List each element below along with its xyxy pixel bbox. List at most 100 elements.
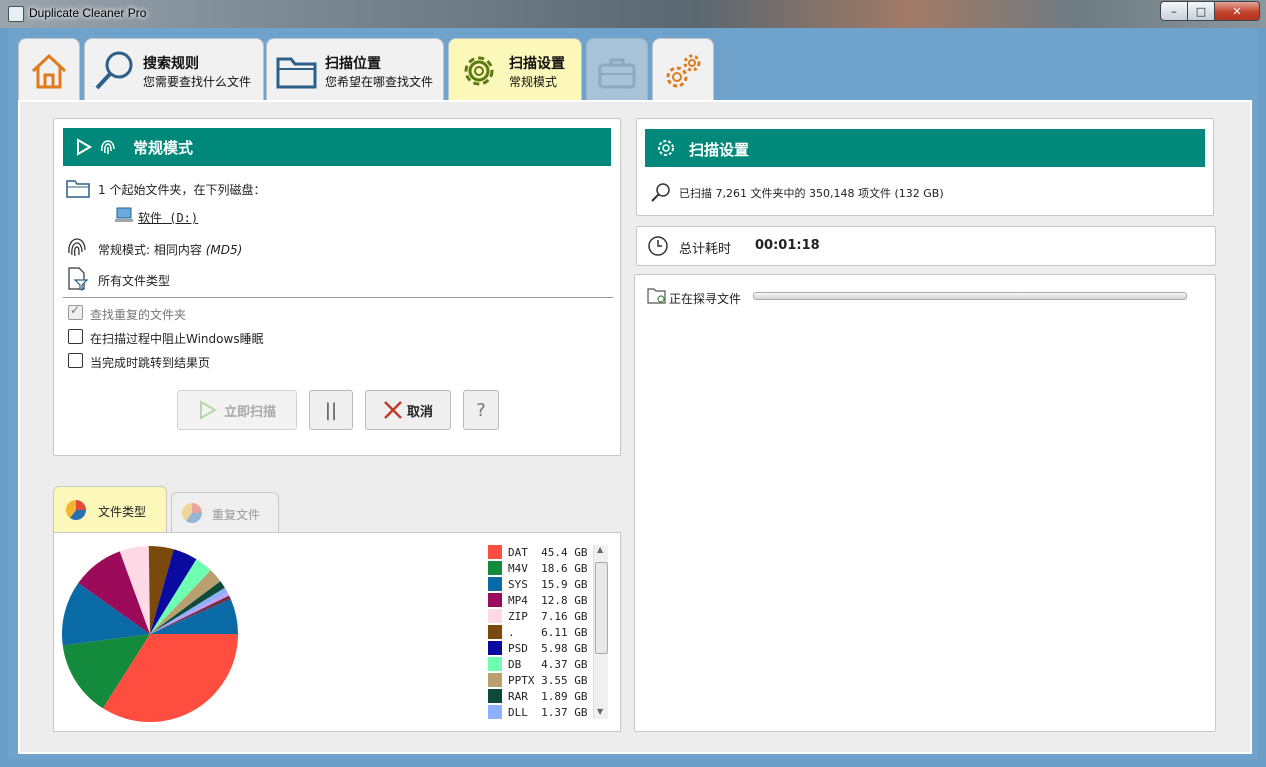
tab-scan-settings[interactable]: 扫描设置 常规模式 [448,38,582,101]
legend-label: PSD 5.98 GB [508,642,588,655]
tab-options[interactable] [652,38,714,101]
legend-label: RAR 1.89 GB [508,690,588,703]
filetypes-line: 所有文件类型 [98,274,171,288]
tab-subtitle: 常规模式 [509,75,558,89]
legend-swatch [488,625,502,639]
play-icon [199,400,217,420]
scan-now-label: 立即扫描 [223,404,276,420]
mode-line-text: 常规模式: 相同内容 [98,243,202,257]
file-types-pie-chart [62,546,238,722]
legend-swatch [488,641,502,655]
legend-label: ZIP 7.16 GB [508,610,588,623]
legend-swatch [488,705,502,719]
help-button[interactable]: ? [463,390,499,430]
legend-label: M4V 18.6 GB [508,562,588,575]
magnifier-icon [95,51,133,90]
legend-swatch [488,657,502,671]
start-folders-line: 1 个起始文件夹，在下列磁盘： [98,183,266,197]
folder-outline-icon [66,180,90,198]
legend-label: MP4 12.8 GB [508,594,588,607]
legend-swatch [488,561,502,575]
progress-bar [753,292,1187,300]
tab-title: 搜索规则 [143,56,199,72]
maximize-button[interactable]: □ [1187,1,1214,21]
scan-progress-panel: 正在探寻文件 [634,274,1216,732]
clock-icon [648,236,668,256]
computer-icon [115,207,133,222]
option-label: 查找重复的文件夹 [90,308,187,322]
scan-now-button[interactable]: 立即扫描 [177,390,297,430]
legend-swatch [488,689,502,703]
legend-label: SYS 15.9 GB [508,578,588,591]
legend-label: . 6.11 GB [508,626,588,639]
scan-settings-title: 扫描设置 [689,141,750,159]
scroll-up-icon[interactable]: ▲ [597,545,603,554]
app-window: Duplicate Cleaner Pro – □ ✕ 搜索规则 您需要查找什么… [0,0,1266,767]
legend-swatch [488,577,502,591]
tab-subtitle: 您需要查找什么文件 [143,75,252,89]
scrollbar-thumb[interactable] [595,562,608,654]
legend-label: DLL 1.37 GB [508,706,588,719]
elapsed-value: 00:01:18 [755,238,820,253]
app-icon [8,6,24,22]
gears-icon [666,54,701,88]
tab-duplicates-label: 重复文件 [212,508,261,522]
window-title: Duplicate Cleaner Pro [29,6,147,20]
toolbox-icon [598,58,636,89]
mode-header: 常规模式 [63,128,611,166]
pause-button[interactable]: || [309,390,353,430]
gear-icon [658,140,674,156]
mode-line: 常规模式: 相同内容 (MD5) [98,241,242,258]
scroll-down-icon[interactable]: ▼ [597,707,603,716]
home-icon [31,53,67,89]
title-bar[interactable]: Duplicate Cleaner Pro – □ ✕ [0,0,1266,28]
fingerprint-icon [68,238,86,257]
legend-label: PPTX 3.55 GB [508,674,588,687]
tab-file-types[interactable]: 文件类型 [53,486,167,533]
search-icon [651,183,670,202]
status-label: 正在探寻文件 [669,292,742,306]
tab-search-rules[interactable]: 搜索规则 您需要查找什么文件 [84,38,264,101]
close-x-icon [384,401,402,419]
scan-summary-panel: 常规模式 1 个起始文件夹，在下列磁盘： 软件 (D:) 常规模式: 相同内容 … [53,118,621,456]
option-checkbox-jump-results[interactable] [68,353,83,368]
tab-title: 扫描设置 [509,56,565,72]
file-filter-icon [68,267,88,291]
tab-duplicates[interactable]: 重复文件 [171,492,279,533]
elapsed-label: 总计耗时 [679,242,732,257]
option-label: 当完成时跳转到结果页 [90,356,211,370]
tab-file-types-label: 文件类型 [98,505,147,519]
legend-scrollbar[interactable]: ▲ ▼ [593,545,608,719]
main-content: 常规模式 1 个起始文件夹，在下列磁盘： 软件 (D:) 常规模式: 相同内容 … [18,100,1252,754]
folder-icon [276,57,317,89]
folder-search-icon [647,288,666,304]
tab-subtitle: 您希望在哪查找文件 [325,75,434,89]
legend-swatch [488,609,502,623]
cancel-button[interactable]: 取消 [365,390,451,430]
scan-settings-header: 扫描设置 [645,129,1205,167]
pie-chart-icon [66,500,86,520]
gear-icon [464,56,494,86]
tab-toolbox [586,38,648,101]
legend-swatch [488,593,502,607]
scan-settings-panel: 扫描设置 已扫描 7,261 文件夹中的 350,148 项文件 (132 GB… [636,118,1214,216]
mode-hash: (MD5) [205,243,243,257]
close-button[interactable]: ✕ [1214,1,1260,21]
drive-link[interactable]: 软件 (D:) [138,209,198,226]
option-label: 在扫描过程中阻止Windows睡眠 [90,332,264,346]
scanned-summary: 已扫描 7,261 文件夹中的 350,148 项文件 (132 GB) [679,187,944,200]
legend-swatch [488,673,502,687]
option-checkbox-find-folders[interactable]: ✓ [68,303,83,320]
tab-home[interactable] [18,38,80,101]
mode-header-title: 常规模式 [133,139,194,157]
tab-title: 扫描位置 [325,56,381,72]
cancel-label: 取消 [406,404,433,420]
client-area: 搜索规则 您需要查找什么文件 扫描位置 您希望在哪查找文件 扫描设置 常规模式 [8,28,1258,759]
fingerprint-icon [101,140,115,154]
legend-label: DAT 45.4 GB [508,546,588,559]
option-checkbox-prevent-sleep[interactable] [68,329,83,344]
legend-label: DB 4.37 GB [508,658,588,671]
tab-scan-location[interactable]: 扫描位置 您希望在哪查找文件 [266,38,444,101]
legend-swatch [488,545,502,559]
minimize-button[interactable]: – [1160,1,1187,21]
